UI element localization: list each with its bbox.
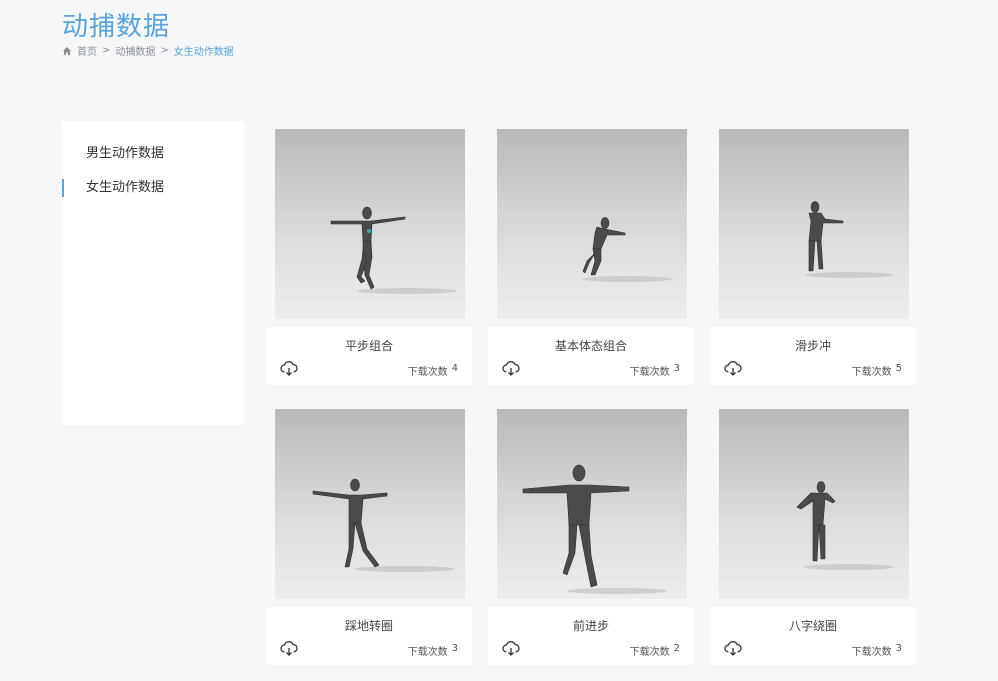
motion-card[interactable]: 平步组合 下载次数 4: [266, 129, 472, 385]
breadcrumb-mocap-data[interactable]: 动捕数据: [115, 43, 155, 58]
download-count: 下载次数 3: [852, 643, 902, 658]
sidebar: 男生动作数据 女生动作数据: [62, 121, 244, 425]
motion-thumbnail[interactable]: [719, 129, 909, 319]
download-count-label: 下载次数: [407, 367, 448, 378]
sidebar-item-male-motion[interactable]: 男生动作数据: [62, 137, 244, 171]
download-count-label: 下载次数: [851, 367, 892, 378]
cloud-download-icon[interactable]: [724, 641, 742, 657]
download-count-value: 3: [673, 363, 680, 374]
download-count-label: 下载次数: [851, 647, 892, 658]
download-count: 下载次数 3: [630, 363, 680, 378]
download-count-value: 3: [895, 643, 902, 654]
motion-card[interactable]: 前进步 下载次数 2: [488, 409, 694, 665]
cloud-download-icon[interactable]: [502, 641, 520, 657]
card-info: 八字绕圈 下载次数 3: [710, 607, 916, 665]
motion-thumbnail[interactable]: [275, 409, 465, 599]
download-count-label: 下载次数: [407, 647, 448, 658]
download-count-value: 2: [673, 643, 680, 654]
download-count-value: 5: [895, 363, 902, 374]
breadcrumb-separator: >: [102, 45, 111, 56]
motion-card[interactable]: 踩地转圈 下载次数 3: [266, 409, 472, 665]
card-info: 滑步冲 下载次数 5: [710, 327, 916, 385]
cloud-download-icon[interactable]: [280, 641, 298, 657]
download-count: 下载次数 3: [408, 643, 458, 658]
cloud-download-icon[interactable]: [280, 361, 298, 377]
motion-name: 八字绕圈: [788, 619, 837, 633]
card-info: 基本体态组合 下载次数 3: [488, 327, 694, 385]
cloud-download-icon[interactable]: [502, 361, 520, 377]
home-icon[interactable]: [62, 46, 72, 56]
motion-card[interactable]: 滑步冲 下载次数 5: [710, 129, 916, 385]
motion-name: 滑步冲: [794, 339, 831, 353]
download-count-value: 4: [451, 363, 458, 374]
motion-card[interactable]: 八字绕圈 下载次数 3: [710, 409, 916, 665]
breadcrumb-separator: >: [160, 45, 169, 56]
motion-thumbnail[interactable]: [497, 129, 687, 319]
motion-thumbnail[interactable]: [497, 409, 687, 599]
motion-card[interactable]: 基本体态组合 下载次数 3: [488, 129, 694, 385]
motion-name: 踩地转圈: [344, 619, 393, 633]
card-info: 平步组合 下载次数 4: [266, 327, 472, 385]
motion-name: 基本体态组合: [554, 339, 627, 353]
sidebar-item-female-motion[interactable]: 女生动作数据: [62, 171, 244, 205]
motion-name: 前进步: [572, 619, 609, 633]
breadcrumb-current: 女生动作数据: [173, 47, 234, 58]
download-count: 下载次数 2: [630, 643, 680, 658]
download-count-value: 3: [451, 643, 458, 654]
download-count: 下载次数 5: [852, 363, 902, 378]
motion-thumbnail[interactable]: [719, 409, 909, 599]
motion-thumbnail[interactable]: [275, 129, 465, 319]
breadcrumb: 首页 > 动捕数据 > 女生动作数据: [62, 43, 234, 58]
cloud-download-icon[interactable]: [724, 361, 742, 377]
download-count-label: 下载次数: [629, 367, 670, 378]
card-info: 前进步 下载次数 2: [488, 607, 694, 665]
download-count-label: 下载次数: [629, 647, 670, 658]
page-title: 动捕数据: [62, 12, 171, 42]
card-info: 踩地转圈 下载次数 3: [266, 607, 472, 665]
download-count: 下载次数 4: [408, 363, 458, 378]
breadcrumb-home[interactable]: 首页: [77, 43, 97, 58]
motion-name: 平步组合: [344, 339, 393, 353]
